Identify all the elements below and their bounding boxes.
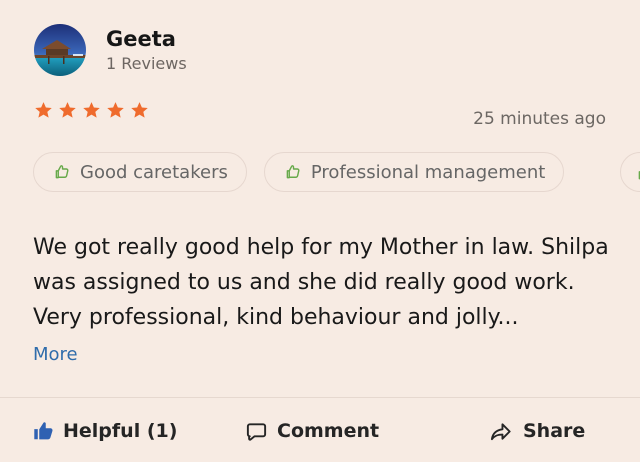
star-icon [83, 102, 100, 118]
tag-partial[interactable] [620, 152, 640, 192]
helpful-button[interactable]: Helpful (1) [32, 412, 177, 450]
share-label: Share [523, 420, 586, 442]
share-button[interactable]: Share [489, 412, 585, 450]
review-card: Geeta 1 Reviews 25 minutes ago Good care… [0, 0, 640, 462]
section-divider [0, 397, 640, 398]
thumbs-up-filled-icon [34, 422, 53, 440]
review-text: We got really good help for my Mother in… [33, 235, 609, 330]
reviewer-review-count: 1 Reviews [106, 53, 187, 73]
star-icon [131, 102, 148, 118]
star-icon [35, 102, 52, 118]
comment-icon [246, 422, 267, 441]
reviewer-info: Geeta 1 Reviews [106, 27, 187, 74]
helpful-label: Helpful (1) [63, 420, 178, 442]
tag-label: Professional management [310, 161, 546, 183]
star-icon [107, 102, 124, 118]
review-timestamp: 25 minutes ago [473, 109, 606, 129]
comment-button[interactable]: Comment [245, 412, 379, 450]
more-link[interactable]: More [33, 344, 78, 365]
tag-label: Good caretakers [80, 161, 228, 183]
review-actions: Helpful (1) Comment Share [0, 412, 640, 450]
star-icon [59, 102, 76, 118]
avatar-image [34, 24, 86, 76]
reviewer-name[interactable]: Geeta [106, 27, 187, 51]
tag-good-caretakers[interactable]: Good caretakers [33, 152, 247, 192]
thumbs-up-icon [55, 165, 69, 179]
comment-label: Comment [277, 420, 380, 442]
tag-list: Good caretakers Professional management [33, 152, 565, 192]
rating-stars [33, 100, 150, 121]
thumbs-up-icon [638, 171, 640, 180]
share-icon [490, 422, 511, 440]
thumbs-up-icon [286, 165, 300, 179]
reviewer-header: Geeta 1 Reviews [34, 24, 187, 76]
tag-professional-management[interactable]: Professional management [263, 152, 565, 192]
reviewer-avatar[interactable] [34, 24, 86, 76]
